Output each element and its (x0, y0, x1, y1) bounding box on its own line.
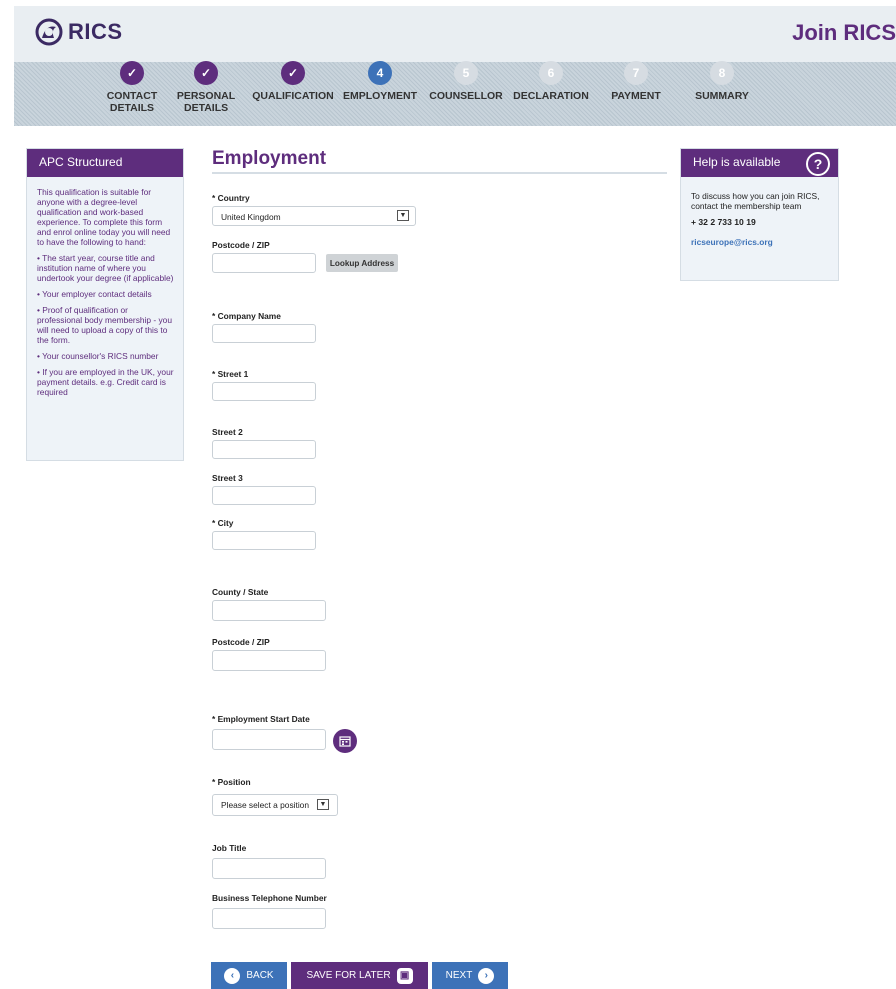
street3-input[interactable] (212, 486, 316, 505)
step-label: SUMMARY (695, 90, 749, 102)
step-contact-details[interactable]: ✓ CONTACT DETAILS (102, 61, 162, 114)
phone-input[interactable] (212, 908, 326, 929)
check-icon: ✓ (120, 61, 144, 85)
step-label: DECLARATION (513, 90, 589, 102)
help-title: Help is available (693, 155, 781, 169)
step-label-line2: DETAILS (109, 102, 155, 114)
company-name-input[interactable] (212, 324, 316, 343)
step-label: COUNSELLOR (429, 90, 503, 102)
step-label-line2: DETAILS (184, 102, 229, 114)
country-label: * Country (212, 193, 250, 203)
sidebar-body: This qualification is suitable for anyon… (27, 177, 183, 397)
save-disk-icon: ▣ (396, 967, 413, 984)
start-date-label: * Employment Start Date (212, 714, 310, 724)
sidebar-title: APC Structured (27, 149, 183, 177)
step-number: 5 (454, 61, 478, 85)
position-label: * Position (212, 777, 251, 787)
street1-input[interactable] (212, 382, 316, 401)
country-value: United Kingdom (221, 212, 281, 222)
step-number: 7 (624, 61, 648, 85)
help-panel: Help is available ? To discuss how you c… (680, 148, 839, 281)
step-qualification[interactable]: ✓ QUALIFICATION (250, 61, 336, 102)
rics-logo[interactable]: RICS (34, 18, 123, 46)
position-value: Please select a position (221, 800, 309, 810)
street2-input[interactable] (212, 440, 316, 459)
company-name-label: * Company Name (212, 311, 281, 321)
chevron-down-icon: ▼ (397, 210, 409, 221)
next-label: NEXT (445, 970, 473, 981)
header: RICS Join RICS ✓ CONTACT DETAILS ✓ PERSO… (14, 6, 896, 126)
postcode-input[interactable] (212, 650, 326, 671)
postcode2-label: Postcode / ZIP (212, 637, 270, 647)
save-label: SAVE FOR LATER (306, 970, 391, 981)
help-text: To discuss how you can join RICS, contac… (691, 191, 820, 211)
sidebar-item: • Your employer contact details (37, 289, 152, 299)
sidebar-item: • The start year, course title and insti… (37, 253, 174, 283)
job-title-input[interactable] (212, 858, 326, 879)
chevron-right-icon: › (478, 967, 495, 984)
country-select[interactable]: United Kingdom ▼ (212, 206, 416, 226)
step-label: PERSONAL (176, 90, 236, 102)
sidebar-item: • Proof of qualification or professional… (37, 305, 172, 345)
check-icon: ✓ (194, 61, 218, 85)
city-label: * City (212, 518, 234, 528)
calendar-button[interactable] (333, 729, 357, 753)
calendar-icon (339, 736, 351, 747)
step-label: EMPLOYMENT (342, 90, 418, 102)
step-employment[interactable]: 4 EMPLOYMENT (340, 61, 420, 102)
county-label: County / State (212, 587, 269, 597)
step-number: 8 (710, 61, 734, 85)
lookup-address-button[interactable]: Lookup Address (326, 254, 398, 272)
step-label: CONTACT (106, 90, 158, 102)
position-select[interactable]: Please select a position ▼ (212, 794, 338, 816)
info-sidebar: APC Structured This qualification is sui… (26, 148, 184, 461)
postcode-lookup-input[interactable] (212, 253, 316, 273)
back-label: BACK (246, 970, 274, 981)
step-declaration[interactable]: 6 DECLARATION (511, 61, 591, 102)
help-header: Help is available ? (681, 149, 838, 177)
title-divider (212, 172, 667, 174)
step-label: QUALIFICATION (252, 90, 334, 102)
street1-label: * Street 1 (212, 369, 249, 379)
step-summary[interactable]: 8 SUMMARY (690, 61, 754, 102)
next-button[interactable]: NEXT › (432, 962, 508, 989)
help-body: To discuss how you can join RICS, contac… (681, 177, 838, 247)
street3-label: Street 3 (212, 473, 243, 483)
question-icon: ? (806, 152, 830, 176)
street2-label: Street 2 (212, 427, 243, 437)
sidebar-item: • If you are employed in the UK, your pa… (37, 367, 174, 397)
step-number-current: 4 (368, 61, 392, 85)
page-title: Join RICS (792, 20, 896, 45)
step-personal-details[interactable]: ✓ PERSONAL DETAILS (174, 61, 238, 114)
county-input[interactable] (212, 600, 326, 621)
back-button[interactable]: ‹ BACK (211, 962, 287, 989)
chevron-left-icon: ‹ (224, 967, 241, 984)
phone-label: Business Telephone Number (212, 893, 327, 903)
logo-text: RICS (68, 19, 123, 44)
step-payment[interactable]: 7 PAYMENT (606, 61, 666, 102)
help-phone: + 32 2 733 10 19 (691, 217, 756, 227)
lion-logo-icon (35, 18, 63, 46)
check-icon: ✓ (281, 61, 305, 85)
step-label: PAYMENT (611, 90, 661, 102)
chevron-down-icon: ▼ (317, 799, 329, 810)
save-for-later-button[interactable]: SAVE FOR LATER ▣ (291, 962, 428, 989)
start-date-input[interactable] (212, 729, 326, 750)
city-input[interactable] (212, 531, 316, 550)
job-title-label: Job Title (212, 843, 247, 853)
step-counsellor[interactable]: 5 COUNSELLOR (426, 61, 506, 102)
sidebar-item: • Your counsellor's RICS number (37, 351, 159, 361)
help-email-link[interactable]: ricseurope@rics.org (691, 237, 830, 247)
step-number: 6 (539, 61, 563, 85)
form-title: Employment (212, 148, 327, 169)
postcode-label: Postcode / ZIP (212, 240, 270, 250)
sidebar-intro: This qualification is suitable for anyon… (37, 187, 171, 247)
